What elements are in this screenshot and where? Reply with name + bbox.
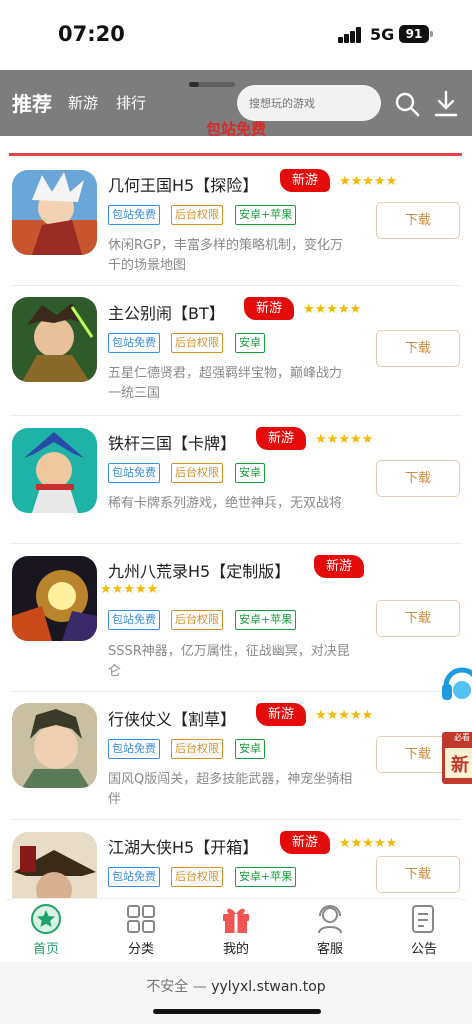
banner-title: 包站免费: [205, 120, 266, 138]
tab-notice[interactable]: 公告: [394, 903, 454, 957]
game-title[interactable]: 铁杆三国【卡牌】: [108, 430, 236, 454]
new-badge: 新游: [256, 427, 306, 450]
game-description: SSSR神器，亿万属性，征战幽冥，对决昆仑: [108, 644, 350, 679]
tag-free: 包站免费: [108, 205, 160, 225]
tag-platform: 安卓: [235, 333, 265, 353]
tab-notice-label: 公告: [410, 942, 437, 957]
tab-new[interactable]: 新游: [68, 92, 98, 113]
tag-admin: 后台权限: [171, 867, 223, 887]
search-icon[interactable]: [394, 91, 420, 117]
new-badge: 新游: [280, 831, 330, 854]
tag-admin: 后台权限: [171, 739, 223, 759]
rating-stars: ★★★★★: [339, 836, 398, 851]
tab-recommend[interactable]: 推荐: [12, 88, 52, 117]
game-icon[interactable]: [12, 556, 97, 641]
rating-stars: ★★★★★: [315, 708, 374, 723]
network-label: 5G: [370, 25, 395, 44]
tag-platform: 安卓: [235, 739, 265, 759]
tag-free: 包站免费: [108, 463, 160, 483]
insecure-label: 不安全 —: [146, 979, 212, 995]
tag-free: 包站免费: [108, 867, 160, 887]
tab-category-label: 分类: [127, 942, 154, 957]
download-button[interactable]: 下载: [376, 600, 460, 637]
gift-float[interactable]: 新 必看: [442, 724, 472, 784]
download-button[interactable]: 下载: [376, 330, 460, 367]
game-title[interactable]: 九州八荒录H5【定制版】: [108, 558, 290, 582]
game-icon[interactable]: [12, 832, 97, 900]
game-title[interactable]: 主公别闹【BT】: [108, 300, 225, 324]
rating-stars: ★★★★★: [303, 302, 362, 317]
download-icon[interactable]: [434, 90, 458, 118]
tag-admin: 后台权限: [171, 610, 223, 630]
game-description: 五星仁德贤君，超强羁绊宝物，巅峰战力一统三国: [108, 366, 343, 401]
new-badge: 新游: [244, 297, 294, 320]
home-star-icon: [31, 904, 61, 934]
game-icon[interactable]: [12, 170, 97, 255]
list-item: 几何王国H5【探险】 新游 ★★★★★ 包站免费 后台权限 安卓+苹果 休闲RG…: [0, 158, 472, 286]
rating-stars: ★★★★★: [100, 582, 159, 597]
tag-free: 包站免费: [108, 610, 160, 630]
download-button[interactable]: 下载: [376, 856, 460, 893]
search-input[interactable]: [237, 85, 381, 121]
notice-icon: [412, 905, 434, 933]
game-icon[interactable]: [12, 428, 97, 513]
tag-free: 包站免费: [108, 739, 160, 759]
page-indicator: [189, 82, 235, 87]
new-badge: 新游: [256, 703, 306, 726]
browser-bar: 不安全 — yylyxl.stwan.top: [0, 962, 472, 1024]
game-description: 休闲RGP，丰富多样的策略机制，变化万千的场景地图: [108, 238, 343, 273]
headset-icon[interactable]: [440, 660, 472, 708]
url-text: yylyxl.stwan.top: [211, 979, 326, 995]
tab-home[interactable]: 首页: [16, 903, 76, 957]
tag-admin: 后台权限: [171, 205, 223, 225]
battery-icon: 91: [399, 25, 429, 43]
support-agent-icon: [318, 905, 342, 934]
tab-service-label: 客服: [316, 942, 343, 957]
list-item: 行侠仗义【割草】 新游 ★★★★★ 包站免费 后台权限 安卓 国风Q版闯关，超多…: [0, 692, 472, 820]
list-item: 江湖大侠H5【开箱】 新游 ★★★★★ 包站免费 后台权限 安卓+苹果 下载: [0, 820, 472, 900]
game-description: 国风Q版闯关，超多技能武器，神宠坐骑相伴: [108, 772, 353, 807]
tab-mine-label: 我的: [222, 942, 249, 957]
rating-stars: ★★★★★: [315, 432, 374, 447]
tag-free: 包站免费: [108, 333, 160, 353]
status-bar: 07:20 5G 91: [0, 0, 472, 70]
game-title[interactable]: 几何王国H5【探险】: [108, 172, 258, 196]
tab-service[interactable]: 客服: [300, 903, 360, 957]
address-bar[interactable]: 不安全 — yylyxl.stwan.top: [0, 976, 472, 996]
tag-platform: 安卓+苹果: [235, 867, 297, 887]
tag-platform: 安卓: [235, 463, 265, 483]
battery-tip-icon: [430, 31, 433, 37]
status-time: 07:20: [58, 22, 125, 46]
list-item: 九州八荒录H5【定制版】 新游 ★★★★★ 包站免费 后台权限 安卓+苹果 SS…: [0, 544, 472, 692]
list-item: 铁杆三国【卡牌】 新游 ★★★★★ 包站免费 后台权限 安卓 稀有卡牌系列游戏，…: [0, 416, 472, 544]
game-title[interactable]: 行侠仗义【割草】: [108, 706, 236, 730]
game-icon[interactable]: [12, 297, 97, 382]
grid-icon: [127, 905, 155, 933]
gift-box-icon: [223, 908, 249, 933]
banner-divider: [9, 153, 462, 156]
game-description: 稀有卡牌系列游戏，绝世神兵，无双战将: [108, 496, 343, 511]
tag-admin: 后台权限: [171, 333, 223, 353]
gift-label: 必看: [454, 733, 470, 742]
game-icon[interactable]: [12, 703, 97, 788]
game-title[interactable]: 江湖大侠H5【开箱】: [108, 834, 258, 858]
download-button[interactable]: 下载: [376, 460, 460, 497]
tab-mine[interactable]: 我的: [206, 903, 266, 957]
signal-icon: [338, 27, 364, 43]
tag-platform: 安卓+苹果: [235, 610, 297, 630]
list-item: 主公别闹【BT】 新游 ★★★★★ 包站免费 后台权限 安卓 五星仁德贤君，超强…: [0, 286, 472, 416]
new-badge: 新游: [314, 555, 364, 578]
tab-rank[interactable]: 排行: [116, 92, 146, 113]
tag-admin: 后台权限: [171, 463, 223, 483]
tab-category[interactable]: 分类: [111, 903, 171, 957]
home-indicator[interactable]: [153, 1009, 321, 1014]
tab-home-label: 首页: [32, 942, 59, 957]
tag-platform: 安卓+苹果: [235, 205, 297, 225]
rating-stars: ★★★★★: [339, 174, 398, 189]
svg-text:新: 新: [451, 754, 469, 776]
download-button[interactable]: 下载: [376, 202, 460, 239]
bottom-tabbar: 首页 分类 我的 客服 公告: [0, 898, 472, 962]
new-badge: 新游: [280, 169, 330, 192]
